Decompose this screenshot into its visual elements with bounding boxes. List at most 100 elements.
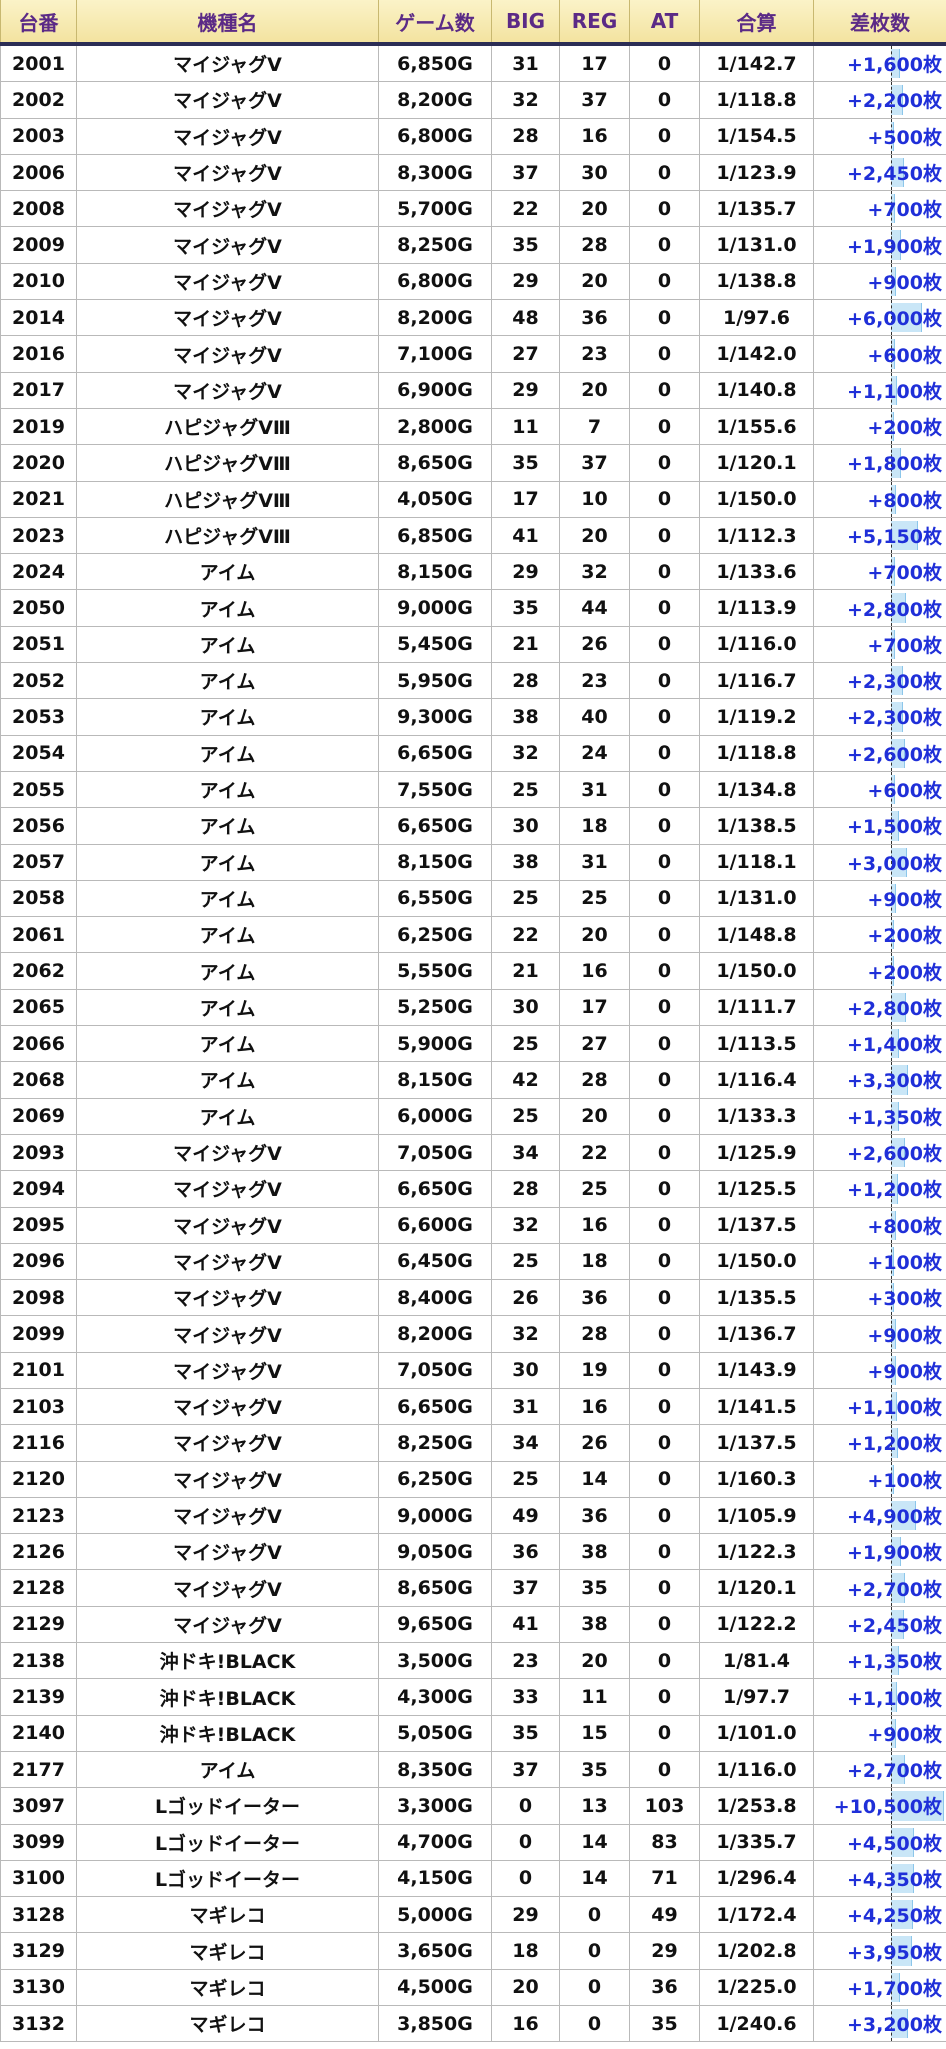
table-row: 2061 アイム 6,250G 22 20 0 1/148.8 +200枚 [0,916,946,954]
at-count-cell: 0 [629,879,700,918]
model-name-cell: アイム [76,843,379,881]
machine-number-cell: 2096 [0,1242,77,1281]
at-count-cell: 0 [629,1097,700,1135]
game-count-cell: 6,550G [378,879,492,918]
game-count-cell: 4,700G [378,1823,492,1861]
difference-value: +600枚 [867,780,942,803]
table-row: 3097 Lゴッドイーター 3,300G 0 13 103 1/253.8 +10,500枚 [0,1787,946,1825]
header-difference[interactable]: 差枚数 [813,0,946,46]
header-at[interactable]: AT [629,0,700,46]
difference-value: +900枚 [867,1723,942,1746]
machine-number-cell: 2094 [0,1170,77,1208]
at-count-cell: 0 [629,1496,700,1535]
difference-cell: +5,150枚 [813,516,946,555]
game-count-cell: 3,850G [378,2005,492,2043]
table-row: 2052 アイム 5,950G 28 23 0 1/116.7 +2,300枚 [0,662,946,700]
at-count-cell: 0 [629,299,700,337]
difference-value: +2,800枚 [846,598,942,621]
reg-count-cell: 44 [559,589,630,627]
combined-rate-cell: 1/113.9 [699,589,814,627]
big-count-cell: 17 [491,480,560,518]
difference-cell: +900枚 [813,879,946,918]
difference-cell: +1,900枚 [813,226,946,264]
reg-count-cell: 36 [559,1496,630,1535]
machine-number-cell: 2140 [0,1714,77,1752]
at-count-cell: 0 [629,1242,700,1281]
model-name-cell: Lゴッドイーター [76,1823,379,1861]
header-reg[interactable]: REG [559,0,630,46]
game-count-cell: 6,800G [378,117,492,155]
machine-number-cell: 2006 [0,153,77,192]
reg-count-cell: 18 [559,1242,630,1281]
table-row: 2002 マイジャグV 8,200G 32 37 0 1/118.8 +2,200枚 [0,81,946,119]
game-count-cell: 8,650G [378,444,492,482]
reg-count-cell: 0 [559,1896,630,1934]
machine-number-cell: 2066 [0,1025,77,1063]
machine-number-cell: 2052 [0,662,77,700]
header-game-count[interactable]: ゲーム数 [378,0,492,46]
model-name-cell: マイジャグV [76,335,379,373]
difference-value: +1,400枚 [846,1034,942,1057]
difference-value: +4,500枚 [846,1832,942,1855]
table-row: 2010 マイジャグV 6,800G 29 20 0 1/138.8 +900枚 [0,262,946,301]
game-count-cell: 8,650G [378,1569,492,1607]
header-model-name[interactable]: 機種名 [76,0,379,46]
table-row: 3129 マギレコ 3,650G 18 0 29 1/202.8 +3,950枚 [0,1932,946,1970]
difference-cell: +100枚 [813,1460,946,1498]
big-count-cell: 37 [491,153,560,192]
machine-number-cell: 3100 [0,1859,77,1898]
difference-cell: +300枚 [813,1279,946,1317]
table-row: 2099 マイジャグV 8,200G 32 28 0 1/136.7 +900枚 [0,1315,946,1353]
model-name-cell: アイム [76,1025,379,1063]
difference-value: +900枚 [867,1360,942,1383]
big-count-cell: 49 [491,1496,560,1535]
difference-cell: +2,600枚 [813,734,946,772]
combined-rate-cell: 1/296.4 [699,1859,814,1898]
reg-count-cell: 0 [559,2005,630,2043]
header-machine-number[interactable]: 台番 [0,0,77,46]
reg-count-cell: 20 [559,1642,630,1680]
difference-value: +3,000枚 [846,852,942,875]
difference-cell: +3,000枚 [813,843,946,881]
difference-cell: +1,200枚 [813,1424,946,1462]
model-name-cell: マイジャグV [76,371,379,409]
at-count-cell: 0 [629,190,700,228]
machine-number-cell: 2065 [0,988,77,1027]
at-count-cell: 0 [629,988,700,1027]
big-count-cell: 27 [491,335,560,373]
reg-count-cell: 25 [559,1170,630,1208]
combined-rate-cell: 1/135.7 [699,190,814,228]
difference-value: +3,200枚 [846,2014,942,2037]
model-name-cell: マイジャグV [76,81,379,119]
table-row: 2016 マイジャグV 7,100G 27 23 0 1/142.0 +600枚 [0,335,946,373]
header-combined[interactable]: 合算 [699,0,814,46]
model-name-cell: アイム [76,553,379,591]
game-count-cell: 6,650G [378,1170,492,1208]
difference-cell: +700枚 [813,190,946,228]
at-count-cell: 0 [629,1569,700,1607]
big-count-cell: 34 [491,1424,560,1462]
reg-count-cell: 11 [559,1678,630,1716]
reg-count-cell: 31 [559,843,630,881]
big-count-cell: 25 [491,1097,560,1135]
big-count-cell: 33 [491,1678,560,1716]
difference-value: +4,900枚 [846,1506,942,1529]
reg-count-cell: 16 [559,1387,630,1426]
table-row: 2006 マイジャグV 8,300G 37 30 0 1/123.9 +2,450枚 [0,153,946,192]
at-count-cell: 0 [629,1678,700,1716]
difference-cell: +4,500枚 [813,1823,946,1861]
difference-value: +600枚 [867,344,942,367]
model-name-cell: 沖ドキ!BLACK [76,1714,379,1752]
table-row: 2095 マイジャグV 6,600G 32 16 0 1/137.5 +800枚 [0,1206,946,1244]
difference-cell: +100枚 [813,1242,946,1281]
machine-number-cell: 2123 [0,1496,77,1535]
combined-rate-cell: 1/116.0 [699,625,814,664]
header-big[interactable]: BIG [491,0,560,46]
combined-rate-cell: 1/335.7 [699,1823,814,1861]
game-count-cell: 6,800G [378,262,492,301]
big-count-cell: 34 [491,1133,560,1172]
machine-number-cell: 2058 [0,879,77,918]
game-count-cell: 4,300G [378,1678,492,1716]
at-count-cell: 0 [629,1206,700,1244]
difference-value: +4,350枚 [846,1868,942,1891]
